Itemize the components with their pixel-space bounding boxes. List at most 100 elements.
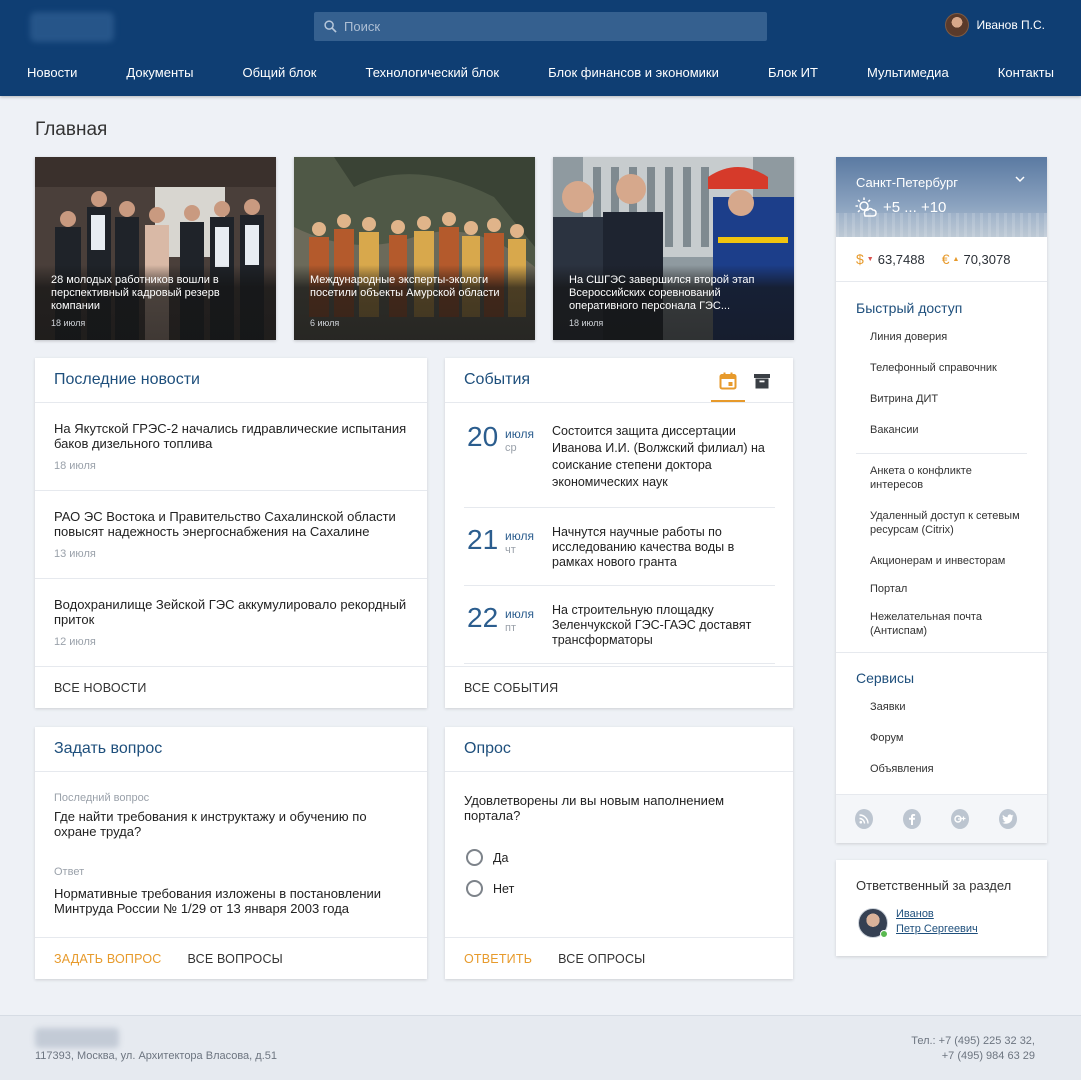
event-text[interactable]: Начнутся научные работы по исследованию … — [552, 525, 775, 570]
nav-item-contacts[interactable]: Контакты — [998, 62, 1054, 83]
responsible-surname-link[interactable]: Иванов — [896, 908, 934, 920]
calendar-icon — [719, 372, 737, 390]
nav-item-technology[interactable]: Технологический блок — [365, 62, 499, 83]
nav-item-multimedia[interactable]: Мультимедиа — [867, 62, 949, 83]
service-link[interactable]: Заявки — [870, 700, 1040, 714]
answer-block: Ответ Нормативные требования изложены в … — [54, 866, 414, 916]
nav-item-finance[interactable]: Блок финансов и экономики — [548, 62, 719, 83]
card-header: Задать вопрос — [35, 727, 427, 772]
last-question-label: Последний вопрос — [54, 792, 150, 804]
quick-link[interactable]: Вакансии — [870, 423, 1040, 437]
hero-news-caption[interactable]: Международные эксперты-экологи посетили … — [310, 274, 523, 300]
radio-button[interactable] — [466, 880, 483, 897]
user-avatar[interactable] — [945, 13, 970, 37]
events-view-toggle — [711, 370, 779, 402]
all-polls-link[interactable]: ВСЕ ОПРОСЫ — [558, 952, 645, 966]
poll-question: Удовлетворены ли вы новым наполнением по… — [464, 793, 725, 823]
nav-item-documents[interactable]: Документы — [126, 62, 193, 83]
user-name[interactable]: Иванов П.С. — [976, 18, 1045, 32]
quick-link[interactable]: Акционерам и инвесторам — [870, 554, 1040, 568]
nav-item-general[interactable]: Общий блок — [243, 62, 317, 83]
poll-option-label[interactable]: Да — [493, 851, 508, 865]
quick-link[interactable]: Нежелательная почта (Антиспам) — [870, 610, 1010, 638]
footer-phone: Тел.: +7 (495) 225 32 32, — [911, 1035, 1035, 1047]
partly-cloudy-icon — [855, 197, 877, 217]
footer-phones: Тел.: +7 (495) 225 32 32, +7 (495) 984 6… — [911, 1034, 1035, 1064]
news-item-title[interactable]: РАО ЭС Востока и Правительство Сахалинск… — [54, 509, 408, 539]
service-link[interactable]: Объявления — [870, 762, 1040, 776]
main-nav: Новости Документы Общий блок Технологиче… — [27, 62, 1054, 83]
event-month: июля — [505, 529, 534, 543]
event-day: 21 — [467, 524, 499, 555]
quick-access-title: Быстрый доступ — [856, 300, 963, 316]
dollar-icon: $ — [856, 251, 864, 267]
event-text[interactable]: Состоится защита диссертации Иванова И.И… — [552, 423, 775, 491]
event-item[interactable]: 22 июля пт На строительную площадку Зеле… — [464, 586, 775, 664]
quick-link[interactable]: Удаленный доступ к сетевым ресурсам (Cit… — [870, 509, 1040, 537]
facebook-icon[interactable] — [903, 809, 921, 829]
all-news-link[interactable]: ВСЕ НОВОСТИ — [54, 681, 147, 695]
hero-news-card[interactable]: На СШГЭС завершился второй этап Всеросси… — [553, 157, 794, 340]
rss-icon[interactable] — [855, 809, 873, 829]
poll-submit-button[interactable]: ОТВЕТИТЬ — [464, 952, 532, 966]
event-item[interactable]: 21 июля чт Начнутся научные работы по ис… — [464, 508, 775, 586]
user-menu[interactable]: Иванов П.С. — [945, 13, 1045, 37]
event-month: июля — [505, 607, 534, 621]
last-question-block: Последний вопрос Где найти требования к … — [54, 792, 404, 839]
poll-option-label[interactable]: Нет — [493, 882, 514, 896]
service-link[interactable]: Форум — [870, 731, 1040, 745]
hero-news-caption[interactable]: 28 молодых работников вошли в перспектив… — [51, 274, 264, 313]
quick-link[interactable]: Линия доверия — [870, 330, 1040, 344]
card-footer: ВСЕ СОБЫТИЯ — [445, 666, 793, 708]
news-list-item[interactable]: РАО ЭС Востока и Правительство Сахалинск… — [35, 491, 427, 579]
footer-logo — [35, 1028, 119, 1048]
company-logo[interactable] — [30, 12, 114, 42]
search-bar[interactable] — [314, 12, 767, 41]
usd-rate: 63,7488 — [877, 251, 925, 267]
all-questions-link[interactable]: ВСЕ ВОПРОСЫ — [187, 952, 282, 966]
responsible-name-link[interactable]: Петр Сергеевич — [896, 923, 978, 935]
online-status-indicator — [880, 930, 888, 938]
hero-news-card[interactable]: 28 молодых работников вошли в перспектив… — [35, 157, 276, 340]
search-icon — [324, 20, 337, 33]
ask-question-button[interactable]: ЗАДАТЬ ВОПРОС — [54, 952, 161, 966]
news-list-item[interactable]: Водохранилище Зейской ГЭС аккумулировало… — [35, 579, 427, 667]
event-item[interactable]: 20 июля ср Состоится защита диссертации … — [464, 403, 775, 508]
weather-temperature: +5 ... +10 — [883, 199, 947, 216]
hero-news-card[interactable]: Международные эксперты-экологи посетили … — [294, 157, 535, 340]
news-item-title[interactable]: Водохранилище Зейской ГЭС аккумулировало… — [54, 597, 408, 627]
weather-city[interactable]: Санкт-Петербург — [856, 175, 958, 190]
poll-option-no[interactable]: Нет — [466, 880, 514, 897]
right-sidebar: Санкт-Петербург +5 ... +10 $ ▼ 63,7488 € ▲ 7… — [836, 157, 1047, 843]
event-weekday: ср — [505, 442, 517, 454]
news-list-item[interactable]: На Якутской ГРЭС-2 начались гидравлическ… — [35, 403, 427, 491]
currency-rates: $ ▼ 63,7488 € ▲ 70,3078 — [836, 237, 1047, 282]
answer-label: Ответ — [54, 866, 85, 878]
radio-button[interactable] — [466, 849, 483, 866]
chevron-down-icon[interactable] — [1015, 175, 1025, 183]
quick-link[interactable]: Витрина ДИТ — [870, 392, 1040, 406]
calendar-view-button[interactable] — [711, 370, 745, 402]
google-plus-icon[interactable] — [951, 809, 969, 829]
news-item-date: 12 июля — [54, 636, 96, 648]
quick-link[interactable]: Портал — [870, 582, 1040, 596]
nav-item-news[interactable]: Новости — [27, 62, 77, 83]
quick-link[interactable]: Анкета о конфликте интересов — [870, 464, 1020, 492]
twitter-icon[interactable] — [999, 809, 1017, 829]
event-weekday: чт — [505, 544, 516, 556]
card-header: Последние новости — [35, 358, 427, 403]
poll-option-yes[interactable]: Да — [466, 849, 508, 866]
all-events-link[interactable]: ВСЕ СОБЫТИЯ — [464, 681, 558, 695]
card-footer: ВСЕ НОВОСТИ — [35, 667, 427, 709]
footer-address: 117393, Москва, ул. Архитектора Власова,… — [35, 1050, 277, 1062]
answer-text: Нормативные требования изложены в постан… — [54, 886, 382, 916]
hero-news-caption[interactable]: На СШГЭС завершился второй этап Всеросси… — [569, 274, 782, 313]
event-text[interactable]: На строительную площадку Зеленчукской ГЭ… — [552, 603, 775, 648]
archive-view-button[interactable] — [745, 370, 779, 402]
rate-up-icon: ▲ — [952, 255, 960, 263]
search-input[interactable] — [344, 19, 744, 34]
quick-link[interactable]: Телефонный справочник — [870, 361, 1040, 375]
nav-item-it[interactable]: Блок ИТ — [768, 62, 818, 83]
poll-card: Опрос Удовлетворены ли вы новым наполнен… — [445, 727, 793, 979]
news-item-title[interactable]: На Якутской ГРЭС-2 начались гидравлическ… — [54, 421, 408, 451]
